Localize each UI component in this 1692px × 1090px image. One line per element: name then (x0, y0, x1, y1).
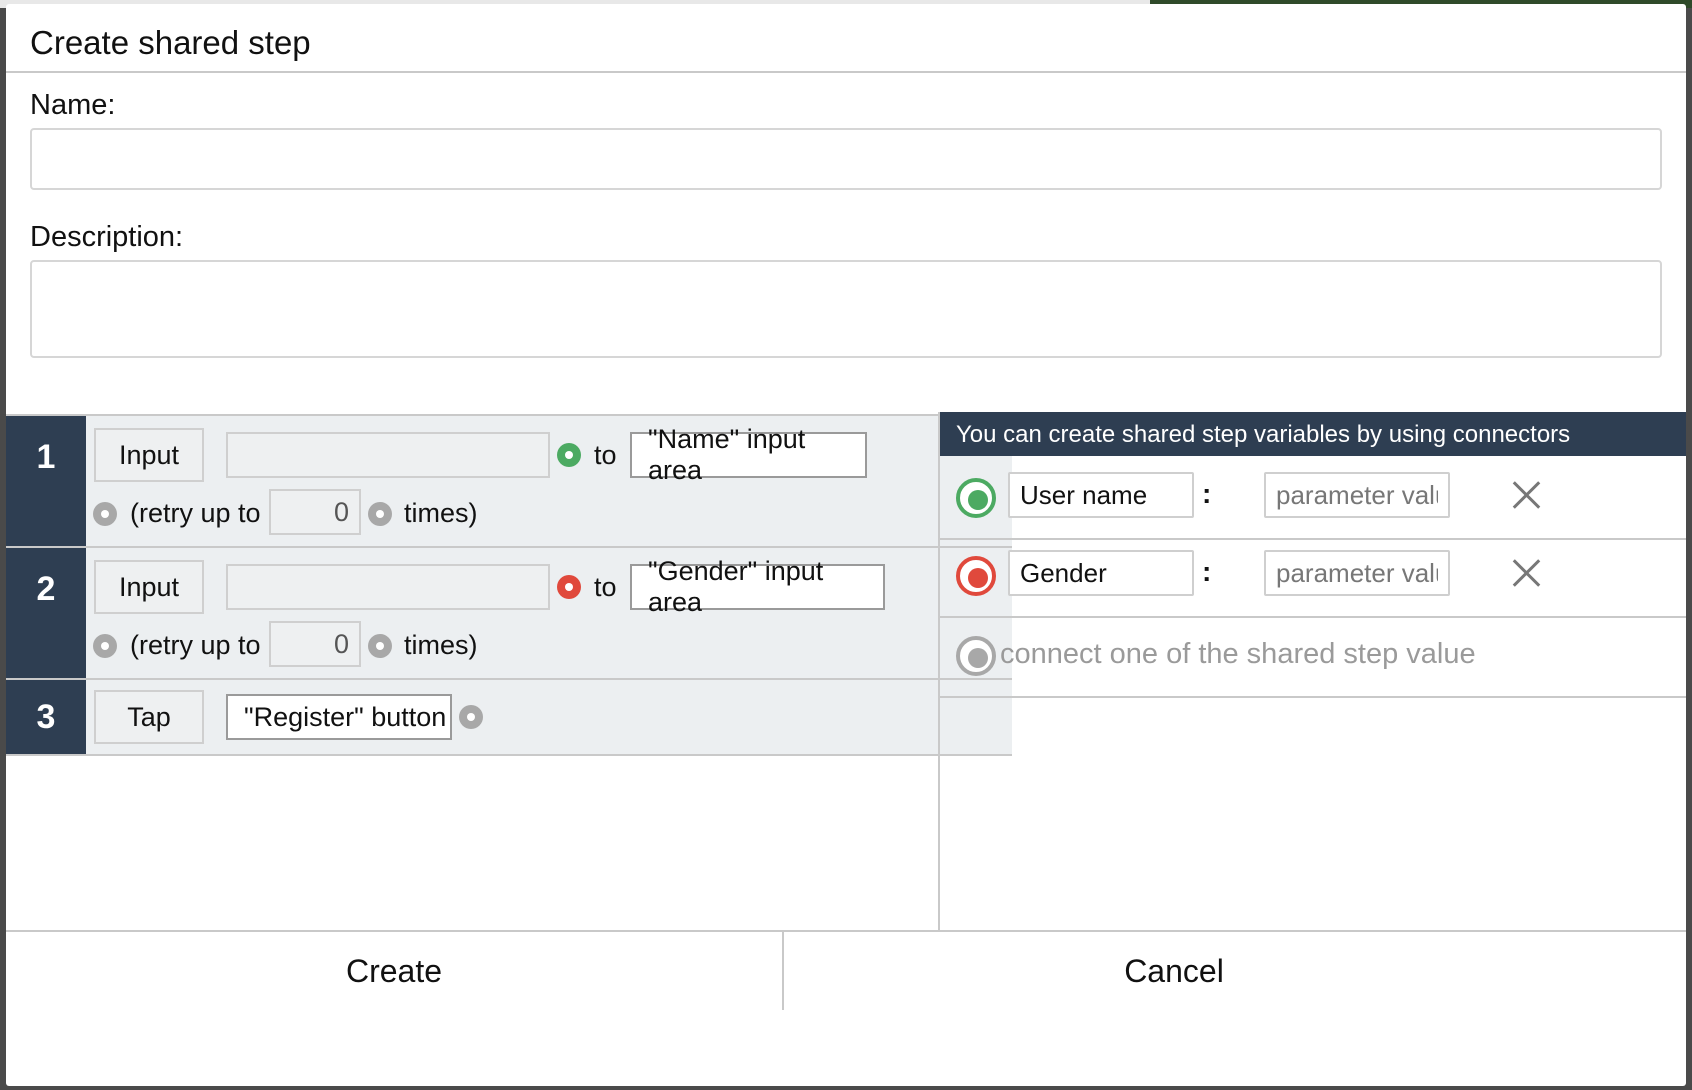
retry-count-input[interactable]: 0 (269, 489, 361, 535)
step-row: 2 Input to "Gender" input area (retry up… (6, 548, 1012, 680)
step-number: 3 (6, 680, 86, 754)
step-row: 1 Input to "Name" input area (retry up t… (6, 416, 1012, 548)
colon-separator: : (1202, 478, 1212, 509)
to-label: to (594, 440, 617, 470)
variable-row: : (940, 540, 1686, 618)
variable-row: : (940, 456, 1686, 540)
close-icon[interactable] (1512, 480, 1542, 510)
variable-connector-icon[interactable] (956, 556, 996, 596)
cancel-button[interactable]: Cancel (784, 932, 1564, 1010)
create-button[interactable]: Create (6, 932, 784, 1010)
step-action-button[interactable]: Tap (94, 690, 204, 744)
variable-connector-icon[interactable] (956, 478, 996, 518)
connector-icon[interactable] (459, 705, 483, 729)
create-shared-step-dialog: Create shared step Name: Description: 1 … (6, 4, 1686, 1086)
retry-count-input[interactable]: 0 (269, 621, 361, 667)
retry-count-connector-icon[interactable] (368, 634, 392, 658)
step-value-input[interactable] (226, 564, 550, 610)
description-label: Description: (30, 221, 184, 253)
step-value-input[interactable] (226, 432, 550, 478)
step-action-button[interactable]: Input (94, 428, 204, 482)
name-input[interactable] (30, 128, 1662, 190)
connect-hint-text: connect one of the shared step value (1000, 638, 1476, 670)
close-icon[interactable] (1512, 558, 1542, 588)
step-action-button[interactable]: Input (94, 560, 204, 614)
dialog-title: Create shared step (30, 24, 311, 61)
to-label: to (594, 572, 617, 602)
steps-list: 1 Input to "Name" input area (retry up t… (6, 414, 1012, 786)
retry-connector-icon[interactable] (93, 634, 117, 658)
retry-prefix: (retry up to (130, 498, 261, 528)
retry-connector-icon[interactable] (93, 502, 117, 526)
variables-panel-header: You can create shared step variables by … (940, 412, 1686, 456)
step-target[interactable]: "Gender" input area (630, 556, 885, 617)
colon-separator: : (1202, 556, 1212, 587)
dialog-header: Create shared step (6, 4, 1686, 73)
step-target[interactable]: "Name" input area (630, 424, 867, 485)
dialog-footer: Create Cancel (6, 930, 1686, 1012)
retry-suffix: times) (404, 498, 478, 528)
variable-name-input[interactable] (1008, 472, 1194, 518)
parameter-value-input[interactable] (1264, 472, 1450, 518)
connector-icon[interactable] (557, 443, 581, 467)
step-target[interactable]: "Register" button (226, 694, 452, 740)
parameter-value-input[interactable] (1264, 550, 1450, 596)
step-row: 3 Tap "Register" button (6, 680, 1012, 756)
connector-icon[interactable] (557, 575, 581, 599)
variables-panel: You can create shared step variables by … (938, 412, 1686, 932)
variable-name-input[interactable] (1008, 550, 1194, 596)
step-number: 2 (6, 548, 86, 678)
new-variable-connector-icon[interactable] (956, 636, 996, 676)
name-label: Name: (30, 89, 116, 121)
step-number: 1 (6, 416, 86, 546)
retry-count-connector-icon[interactable] (368, 502, 392, 526)
retry-suffix: times) (404, 630, 478, 660)
retry-prefix: (retry up to (130, 630, 261, 660)
connect-hint-row: connect one of the shared step value (940, 618, 1686, 698)
description-input[interactable] (30, 260, 1662, 358)
